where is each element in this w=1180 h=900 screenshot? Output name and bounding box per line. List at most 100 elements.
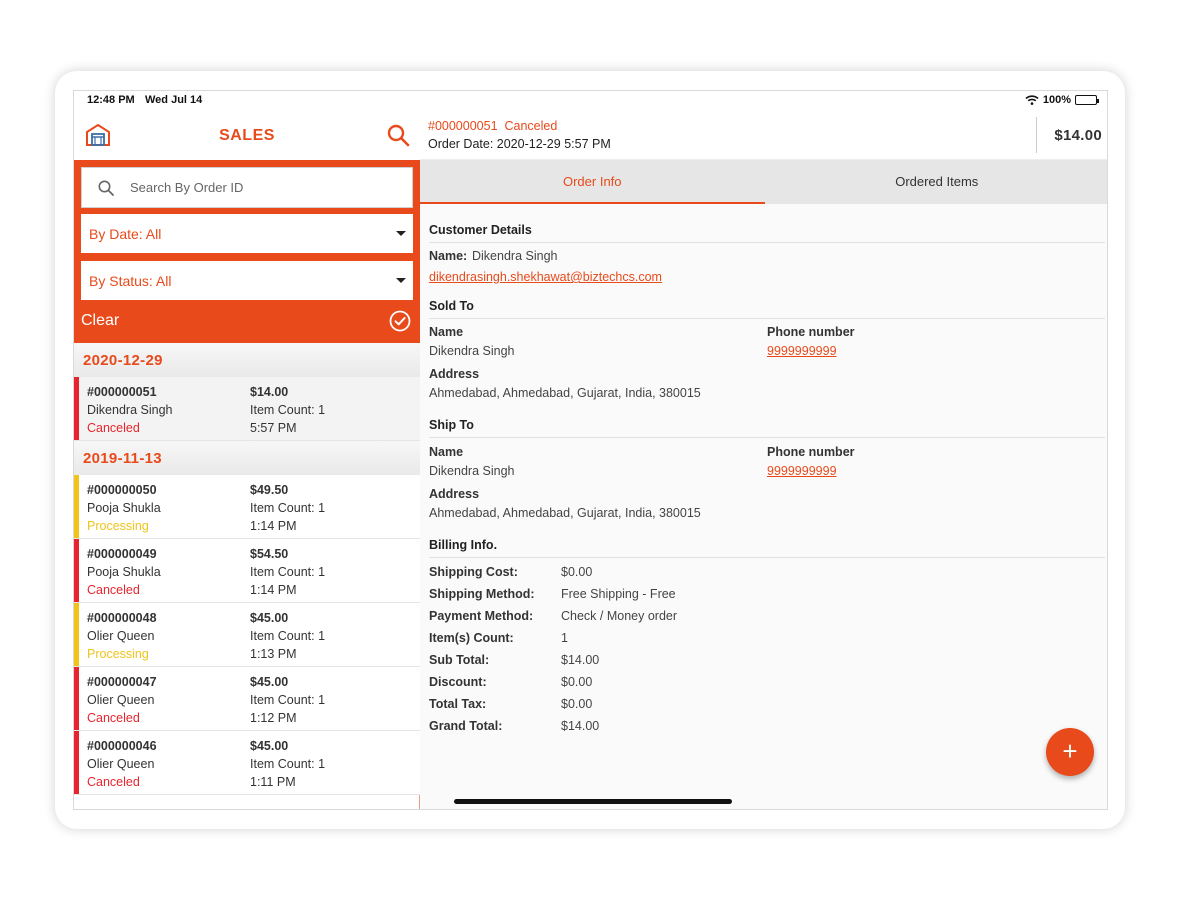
order-id: #000000046 <box>87 739 157 753</box>
dropdown-caret-icon <box>396 231 406 236</box>
status-time: 12:48 PM <box>87 94 135 106</box>
status-indicator-bar <box>74 475 79 538</box>
shipping-method-value: Free Shipping - Free <box>561 587 676 601</box>
order-status: Canceled <box>87 421 140 435</box>
date-filter-select[interactable]: By Date: All <box>81 214 413 253</box>
order-item-count: Item Count: 1 <box>250 693 326 707</box>
status-filter-select[interactable]: By Status: All <box>81 261 413 300</box>
ship-to-address: Ahmedabad, Ahmedabad, Gujarat, India, 38… <box>429 506 701 520</box>
order-time: 5:57 PM <box>250 421 297 435</box>
shipping-cost-label: Shipping Cost: <box>429 565 518 579</box>
sold-to-phone-link[interactable]: 9999999999 <box>767 344 837 358</box>
order-item-count: Item Count: 1 <box>250 629 326 643</box>
dropdown-caret-icon <box>396 278 406 283</box>
customer-name-label: Name: <box>429 249 468 263</box>
order-customer: Olier Queen <box>87 629 155 643</box>
order-row[interactable]: #000000047 $45.00 Olier Queen Item Count… <box>74 667 420 731</box>
order-number-status: #000000051 Canceled <box>428 119 558 133</box>
clear-label: Clear <box>81 312 120 329</box>
date-group-header: 2020-12-29 <box>74 343 420 377</box>
ship-to-phone-link[interactable]: 9999999999 <box>767 464 837 478</box>
order-status: Canceled <box>87 583 140 597</box>
tab-order-info[interactable]: Order Info <box>420 160 765 204</box>
order-total: $49.50 <box>250 483 289 497</box>
order-total: $14.00 <box>250 385 289 399</box>
order-status: Processing <box>87 519 149 533</box>
order-info-content: Customer Details Name: Dikendra Singh di… <box>420 204 1107 809</box>
items-count-label: Item(s) Count: <box>429 631 514 645</box>
app-screen: 12:48 PM Wed Jul 14 100% SALES Search By… <box>73 90 1108 810</box>
status-bar: 12:48 PM Wed Jul 14 100% <box>74 91 1107 111</box>
items-count-value: 1 <box>561 631 568 645</box>
wifi-icon <box>1025 95 1039 105</box>
sold-to-title: Sold To <box>429 299 474 313</box>
ship-to-address-label: Address <box>429 487 480 501</box>
billing-info-title: Billing Info. <box>429 538 498 552</box>
ship-to-title: Ship To <box>429 418 474 432</box>
order-id: #000000048 <box>87 611 157 625</box>
order-row[interactable]: #000000048 $45.00 Olier Queen Item Count… <box>74 603 420 667</box>
filter-panel: By Date: All By Status: All Clear <box>74 160 420 343</box>
total-tax-label: Total Tax: <box>429 697 487 711</box>
customer-email-link[interactable]: dikendrasingh.shekhawat@biztechcs.com <box>429 270 662 284</box>
grand-total-label: Grand Total: <box>429 719 503 733</box>
discount-value: $0.00 <box>561 675 593 689</box>
status-indicator-bar <box>74 731 79 794</box>
order-customer: Pooja Shukla <box>87 565 161 579</box>
order-id: #000000050 <box>87 483 157 497</box>
add-button[interactable]: + <box>1046 728 1094 776</box>
order-detail-pane: #000000051 Canceled Order Date: 2020-12-… <box>420 111 1108 809</box>
sold-to-address-label: Address <box>429 367 480 381</box>
order-time: 1:11 PM <box>250 775 296 789</box>
divider <box>429 557 1105 558</box>
status-date: Wed Jul 14 <box>145 94 203 106</box>
order-id: #000000047 <box>87 675 157 689</box>
status-indicator-bar <box>74 377 79 440</box>
date-group-header: 2019-11-13 <box>74 441 420 475</box>
order-row[interactable]: #000000046 $45.00 Olier Queen Item Count… <box>74 731 420 795</box>
order-row[interactable]: #000000050 $49.50 Pooja Shukla Item Coun… <box>74 475 420 539</box>
date-filter-value: By Date: All <box>89 225 162 242</box>
search-icon[interactable] <box>386 123 410 147</box>
customer-details-title: Customer Details <box>429 223 532 237</box>
sold-to-address: Ahmedabad, Ahmedabad, Gujarat, India, 38… <box>429 386 701 400</box>
battery-icon <box>1075 95 1099 105</box>
status-indicator-bar <box>74 603 79 666</box>
order-time: 1:12 PM <box>250 711 297 725</box>
order-total: $45.00 <box>250 739 289 753</box>
order-search-input[interactable] <box>130 180 390 195</box>
total-tax-value: $0.00 <box>561 697 593 711</box>
order-search-box[interactable] <box>81 167 413 208</box>
shipping-cost-value: $0.00 <box>561 565 593 579</box>
order-date: Order Date: 2020-12-29 5:57 PM <box>428 137 611 151</box>
sub-total-label: Sub Total: <box>429 653 490 667</box>
tab-ordered-items[interactable]: Ordered Items <box>765 160 1108 204</box>
ship-to-phone-label: Phone number <box>767 445 855 459</box>
header-divider <box>1036 117 1037 153</box>
sold-to-phone-label: Phone number <box>767 325 855 339</box>
order-item-count: Item Count: 1 <box>250 757 326 771</box>
sold-to-name-label: Name <box>429 325 464 339</box>
clear-filters-button[interactable]: Clear <box>74 300 420 343</box>
check-circle-icon[interactable] <box>389 310 411 332</box>
order-id: #000000051 <box>87 385 157 399</box>
order-status: Processing <box>87 647 149 661</box>
sales-header: SALES <box>74 111 420 160</box>
shipping-method-label: Shipping Method: <box>429 587 535 601</box>
order-item-count: Item Count: 1 <box>250 565 326 579</box>
payment-method-label: Payment Method: <box>429 609 534 623</box>
order-time: 1:14 PM <box>250 519 297 533</box>
home-indicator[interactable] <box>454 799 732 804</box>
order-total: $45.00 <box>250 675 289 689</box>
order-row[interactable]: #000000049 $54.50 Pooja Shukla Item Coun… <box>74 539 420 603</box>
order-time: 1:13 PM <box>250 647 297 661</box>
order-row[interactable]: #000000051 $14.00 Dikendra Singh Item Co… <box>74 377 420 441</box>
grand-total-value: $14.00 <box>561 719 600 733</box>
divider <box>429 242 1105 243</box>
status-indicators: 100% <box>1025 94 1099 106</box>
sold-to-name: Dikendra Singh <box>429 344 515 358</box>
orders-pane: SALES By Date: All By Status: All <box>74 111 420 809</box>
order-id: #000000049 <box>87 547 157 561</box>
order-item-count: Item Count: 1 <box>250 501 326 515</box>
customer-name-value: Dikendra Singh <box>472 249 558 263</box>
